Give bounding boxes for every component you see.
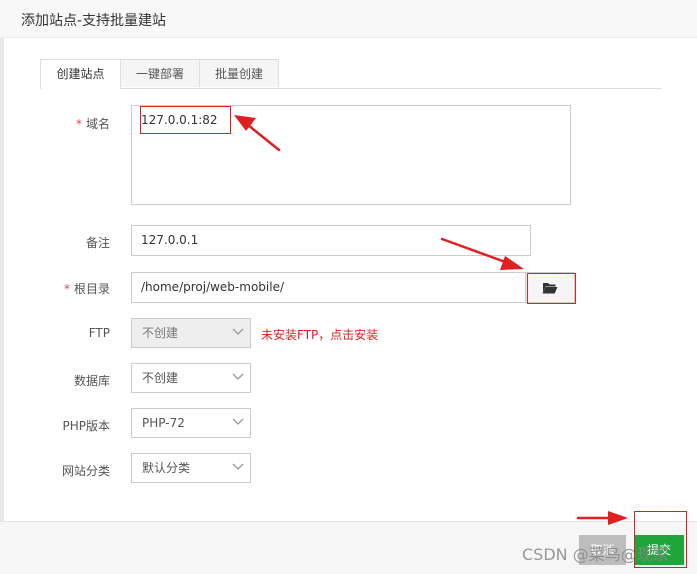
domain-highlight-box: [140, 106, 231, 134]
site-category-select-value: 默认分类: [142, 461, 191, 475]
dialog-title-bar: 添加站点-支持批量建站: [0, 0, 697, 38]
site-category-select[interactable]: 默认分类: [131, 453, 251, 483]
site-category-label: 网站分类: [61, 464, 110, 478]
required-mark: *: [75, 117, 82, 131]
chevron-down-icon: [232, 418, 244, 425]
ftp-select[interactable]: 不创建: [131, 318, 251, 348]
tab-bar: 创建站点 一键部署 批量创建: [40, 59, 661, 89]
required-mark: *: [63, 282, 70, 296]
ftp-label: FTP: [88, 326, 110, 340]
chevron-down-icon: [232, 328, 244, 335]
chevron-down-icon: [232, 373, 244, 380]
database-select-value: 不创建: [142, 371, 179, 385]
arrow-to-folder-head: [500, 256, 524, 270]
php-version-select[interactable]: PHP-72: [131, 408, 251, 438]
remark-input[interactable]: 127.0.0.1: [131, 225, 531, 256]
database-select[interactable]: 不创建: [131, 363, 251, 393]
php-version-select-value: PHP-72: [142, 416, 185, 430]
remark-label: 备注: [85, 236, 110, 250]
ftp-select-value: 不创建: [142, 326, 179, 340]
root-dir-label: * 根目录: [63, 282, 110, 296]
tab-one-click-deploy[interactable]: 一键部署: [120, 59, 200, 87]
folder-highlight-box: [527, 273, 576, 304]
ftp-install-link[interactable]: 未安装FTP，点击安装: [261, 326, 378, 343]
root-dir-input[interactable]: /home/proj/web-mobile/: [131, 272, 526, 303]
php-version-label: PHP版本: [62, 419, 111, 433]
tab-batch-create[interactable]: 批量创建: [199, 59, 279, 87]
database-label: 数据库: [73, 374, 110, 388]
window-edge: [0, 0, 4, 573]
domain-label: * 域名: [75, 117, 110, 131]
dialog-title: 添加站点-支持批量建站: [21, 13, 167, 29]
chevron-down-icon: [232, 463, 244, 470]
submit-highlight-box: [634, 511, 687, 568]
tab-create-site[interactable]: 创建站点: [40, 59, 121, 89]
